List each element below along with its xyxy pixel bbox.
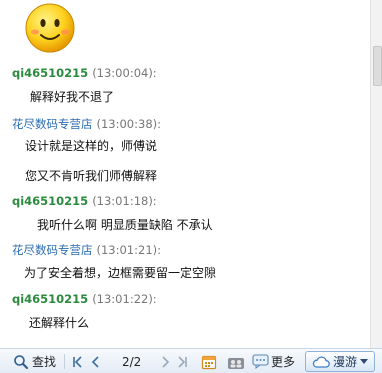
message-text: 解释好我不退了	[30, 90, 115, 104]
message-text: 设计就是这样的，师傅说	[25, 139, 158, 153]
sender-name: qi46510215	[12, 66, 89, 80]
message-header: 花尽数码专营店 (13:01:21):	[12, 242, 161, 258]
message-text: 还解释什么	[29, 316, 90, 330]
prev-page-icon	[91, 355, 99, 368]
message-time: (13:00:38):	[96, 117, 162, 131]
message-time: (13:01:21):	[96, 243, 162, 257]
sender-name: 花尽数码专营店	[12, 243, 93, 257]
last-page-button[interactable]	[176, 353, 188, 370]
group-icon	[228, 357, 244, 369]
sender-name: 花尽数码专营店	[12, 117, 93, 131]
calendar-button[interactable]	[201, 353, 217, 370]
message-toolbar: 查找 2/2 更多 漫游	[0, 348, 382, 373]
sender-name: qi46510215	[12, 292, 89, 306]
next-page-button[interactable]	[160, 353, 170, 370]
message-time: (13:01:18):	[92, 194, 157, 208]
message-time: (13:00:04):	[92, 66, 157, 80]
message-text: 我听什么啊 明显质量缺陷 不承认	[37, 218, 213, 232]
message-header: qi46510215 (13:00:04):	[12, 66, 157, 80]
toolbar-divider	[64, 354, 65, 369]
message-time: (13:01:22):	[92, 292, 157, 306]
page-indicator: 2/2	[122, 354, 142, 369]
dropdown-arrow-icon	[360, 358, 368, 364]
message-header: qi46510215 (13:01:18):	[12, 194, 157, 208]
more-button[interactable]: 更多	[252, 353, 295, 370]
sender-name: qi46510215	[12, 194, 89, 208]
message-header: qi46510215 (13:01:22):	[12, 292, 157, 306]
search-label: 查找	[32, 355, 57, 369]
search-button[interactable]: 查找	[13, 353, 56, 370]
prev-page-button[interactable]	[91, 353, 101, 370]
chat-history-panel: qi46510215 (13:00:04): 解释好我不退了 花尽数码专营店 (13…	[0, 0, 370, 348]
message-text: 您又不肯听我们师傅解释	[25, 169, 158, 183]
roam-button[interactable]: 漫游	[305, 351, 375, 372]
magnifier-icon	[14, 354, 29, 369]
chat-bubble-icon	[252, 354, 269, 369]
roam-label: 漫游	[332, 355, 357, 369]
first-page-icon	[73, 355, 82, 368]
cloud-icon	[312, 356, 330, 368]
vertical-scrollbar[interactable]	[370, 0, 382, 348]
message-text: 为了安全着想，边框需要留一定空隙	[24, 266, 217, 280]
first-page-button[interactable]	[72, 353, 84, 370]
message-header: 花尽数码专营店 (13:00:38):	[12, 116, 161, 132]
smiley-face-icon	[25, 3, 75, 53]
next-page-icon	[162, 355, 170, 368]
last-page-icon	[178, 355, 187, 368]
group-button[interactable]	[227, 353, 245, 370]
calendar-icon	[201, 355, 217, 369]
scrollbar-thumb[interactable]	[373, 46, 382, 86]
more-label: 更多	[271, 355, 296, 369]
